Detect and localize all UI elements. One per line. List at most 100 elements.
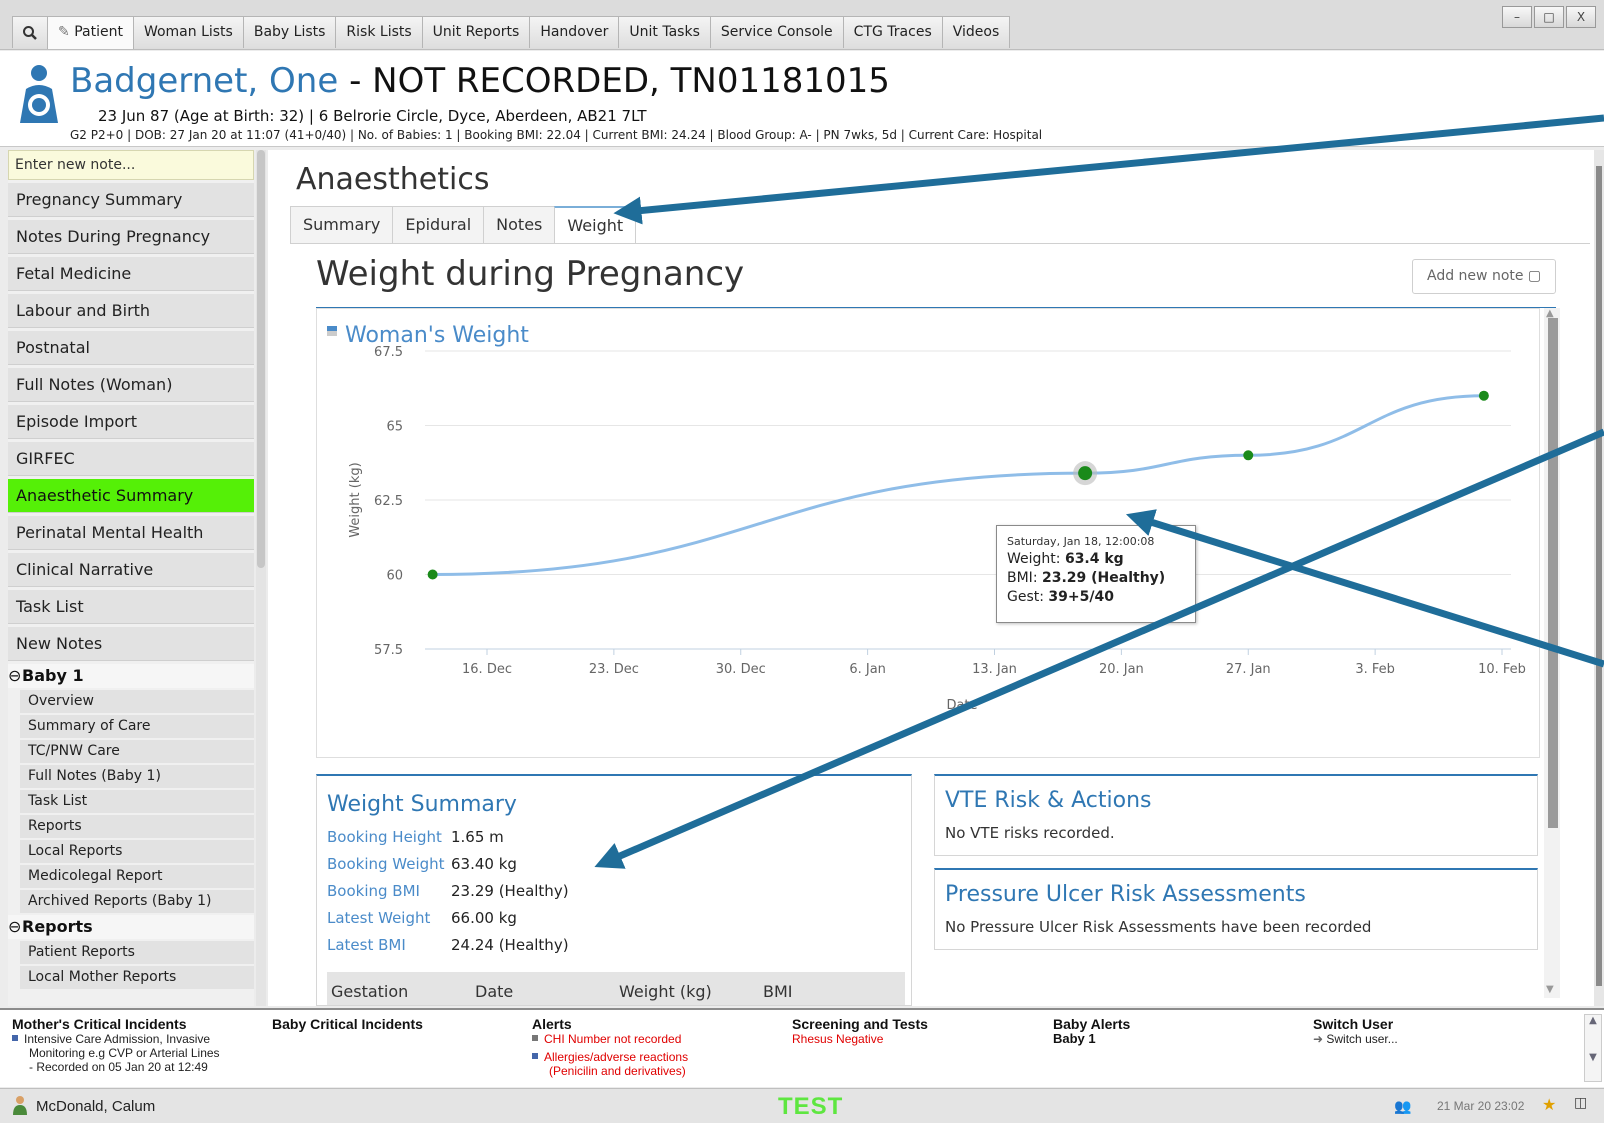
tab-unit-reports[interactable]: Unit Reports xyxy=(421,16,531,48)
tab-woman-lists[interactable]: Woman Lists xyxy=(132,16,244,48)
nav-baby-overview[interactable]: Overview xyxy=(20,690,254,713)
nav-patient-reports[interactable]: Patient Reports xyxy=(20,941,254,964)
collapse-icon[interactable]: ⊖ xyxy=(8,664,22,688)
tab-baby-lists[interactable]: Baby Lists xyxy=(242,16,337,48)
nav-group-baby-1[interactable]: ⊖Baby 1 xyxy=(8,664,254,688)
top-tabs: ✎ Patient Woman Lists Baby Lists Risk Li… xyxy=(12,16,1011,49)
notification-icon[interactable]: ★ xyxy=(1542,1095,1556,1114)
tab-handover[interactable]: Handover xyxy=(529,16,620,48)
tab-risk-lists[interactable]: Risk Lists xyxy=(335,16,423,48)
page-title: Weight during Pregnancy xyxy=(316,254,745,294)
nav-labour-and-birth[interactable]: Labour and Birth xyxy=(8,294,254,328)
scroll-down-icon[interactable]: ▼ xyxy=(1546,984,1554,995)
chart-point[interactable] xyxy=(427,569,438,580)
scroll-down-icon[interactable]: ▼ xyxy=(1585,1052,1601,1063)
booking-bmi-row: Booking BMI 23.29 (Healthy) xyxy=(327,882,569,900)
pressure-ulcer-title: Pressure Ulcer Risk Assessments xyxy=(945,882,1306,907)
nav-pregnancy-summary[interactable]: Pregnancy Summary xyxy=(8,183,254,217)
collapse-icon[interactable]: ⊖ xyxy=(8,915,22,939)
nav-baby-medicolegal-report[interactable]: Medicolegal Report xyxy=(20,865,254,888)
baby-alerts: Baby Alerts Baby 1 xyxy=(1053,1016,1303,1046)
patient-name-link[interactable]: Badgernet, One xyxy=(70,61,338,101)
search-button[interactable] xyxy=(12,16,48,48)
weight-chart-panel: 57.5 60 62.5 65 67.5 16. Dec 23. Dec 30. Dec 6.… xyxy=(316,308,1540,758)
nav-anaesthetic-summary[interactable]: Anaesthetic Summary xyxy=(8,479,254,513)
chart-point[interactable] xyxy=(1478,390,1489,401)
nav-clinical-narrative[interactable]: Clinical Narrative xyxy=(8,553,254,587)
nav-scroll-thumb[interactable] xyxy=(257,150,265,568)
nav-baby-archived-reports[interactable]: Archived Reports (Baby 1) xyxy=(20,890,254,913)
minimize-button[interactable]: – xyxy=(1502,6,1532,28)
users-icon: 👥 xyxy=(1394,1099,1412,1115)
tab-patient[interactable]: ✎ Patient xyxy=(47,16,134,49)
patient-icon: ✎ xyxy=(58,24,70,40)
alert-item[interactable]: CHI Number not recorded xyxy=(532,1032,782,1046)
nav-full-notes-woman[interactable]: Full Notes (Woman) xyxy=(8,368,254,402)
tab-ctg-traces[interactable]: CTG Traces xyxy=(842,16,943,48)
alert-item[interactable]: Allergies/adverse reactions xyxy=(532,1050,782,1064)
nav-baby-summary-of-care[interactable]: Summary of Care xyxy=(20,715,254,738)
nav-baby-full-notes[interactable]: Full Notes (Baby 1) xyxy=(20,765,254,788)
scroll-up-icon[interactable]: ▲ xyxy=(1585,1015,1601,1026)
close-button[interactable]: X xyxy=(1566,6,1596,28)
tooltip-weight: Weight: 63.4 kg xyxy=(1007,551,1124,567)
tab-weight[interactable]: Weight xyxy=(554,206,637,244)
chart-point[interactable] xyxy=(1078,466,1093,481)
nav-episode-import[interactable]: Episode Import xyxy=(8,405,254,439)
nav-baby-local-reports[interactable]: Local Reports xyxy=(20,840,254,863)
nav-fetal-medicine[interactable]: Fetal Medicine xyxy=(8,257,254,291)
bullet-icon xyxy=(532,1053,538,1059)
current-user: McDonald, Calum xyxy=(36,1098,156,1115)
maximize-button[interactable]: □ xyxy=(1534,6,1564,28)
nav-notes-during-pregnancy[interactable]: Notes During Pregnancy xyxy=(8,220,254,254)
page-scroll-thumb[interactable] xyxy=(1596,166,1602,986)
column-date[interactable]: Date xyxy=(475,982,513,1001)
pregnant-woman-icon xyxy=(20,65,58,123)
new-note-input[interactable]: Enter new note... xyxy=(8,150,254,180)
tab-service-console[interactable]: Service Console xyxy=(709,16,844,48)
column-bmi[interactable]: BMI xyxy=(763,982,793,1001)
nav-baby-task-list[interactable]: Task List xyxy=(20,790,254,813)
nav-baby-reports[interactable]: Reports xyxy=(20,815,254,838)
nav-task-list[interactable]: Task List xyxy=(8,590,254,624)
x-tick-label: 6. Jan xyxy=(849,662,886,677)
chart-point[interactable] xyxy=(1243,450,1254,461)
page-scrollbar[interactable] xyxy=(1594,150,1604,1006)
tab-unit-tasks[interactable]: Unit Tasks xyxy=(618,16,711,48)
baby-alert-item[interactable]: Baby 1 xyxy=(1053,1032,1303,1046)
screening-and-tests: Screening and Tests Rhesus Negative xyxy=(792,1016,1042,1046)
vte-title: VTE Risk & Actions xyxy=(945,788,1152,813)
nav-local-mother-reports[interactable]: Local Mother Reports xyxy=(20,966,254,989)
bullet-icon xyxy=(12,1035,18,1041)
content-scrollbar[interactable]: ▲ ▼ xyxy=(1544,308,1560,998)
pressure-ulcer-text: No Pressure Ulcer Risk Assessments have … xyxy=(945,918,1372,936)
nav-group-reports[interactable]: ⊖Reports xyxy=(8,915,254,939)
bottom-scrollbar[interactable]: ▲ ▼ xyxy=(1584,1014,1602,1082)
x-tick-label: 27. Jan xyxy=(1226,662,1271,677)
content-scroll-thumb[interactable] xyxy=(1548,318,1558,828)
patient-header: Badgernet, One - NOT RECORDED, TN0118101… xyxy=(0,51,1604,147)
environment-label: TEST xyxy=(778,1093,844,1120)
nav-girfec[interactable]: GIRFEC xyxy=(8,442,254,476)
nav-baby-tc-pnw-care[interactable]: TC/PNW Care xyxy=(20,740,254,763)
section-title: Anaesthetics xyxy=(296,162,490,197)
patient-id: - NOT RECORDED, TN01181015 xyxy=(338,61,890,101)
tab-epidural[interactable]: Epidural xyxy=(392,206,485,244)
nav-perinatal-mental-health[interactable]: Perinatal Mental Health xyxy=(8,516,254,550)
window-icon[interactable]: ◫ xyxy=(1574,1095,1587,1111)
tab-summary[interactable]: Summary xyxy=(290,206,394,244)
column-weight[interactable]: Weight (kg) xyxy=(619,982,712,1001)
column-gestation[interactable]: Gestation xyxy=(331,982,408,1001)
tooltip-bmi: BMI: 23.29 (Healthy) xyxy=(1007,570,1166,586)
screening-item[interactable]: Rhesus Negative xyxy=(792,1032,1042,1046)
nav-new-notes[interactable]: New Notes xyxy=(8,627,254,661)
window-controls: – □ X xyxy=(1500,6,1596,28)
nav-postnatal[interactable]: Postnatal xyxy=(8,331,254,365)
tab-notes[interactable]: Notes xyxy=(483,206,556,244)
nav-scrollbar[interactable] xyxy=(256,150,266,1006)
y-tick-label: 62.5 xyxy=(374,494,403,509)
tab-videos[interactable]: Videos xyxy=(941,16,1011,48)
switch-user-link[interactable]: ➜ Switch user... xyxy=(1313,1032,1563,1046)
add-new-note-button[interactable]: Add new note ▢ xyxy=(1412,259,1557,294)
bottom-info-bar: Mother's Critical Incidents Intensive Ca… xyxy=(0,1008,1604,1087)
